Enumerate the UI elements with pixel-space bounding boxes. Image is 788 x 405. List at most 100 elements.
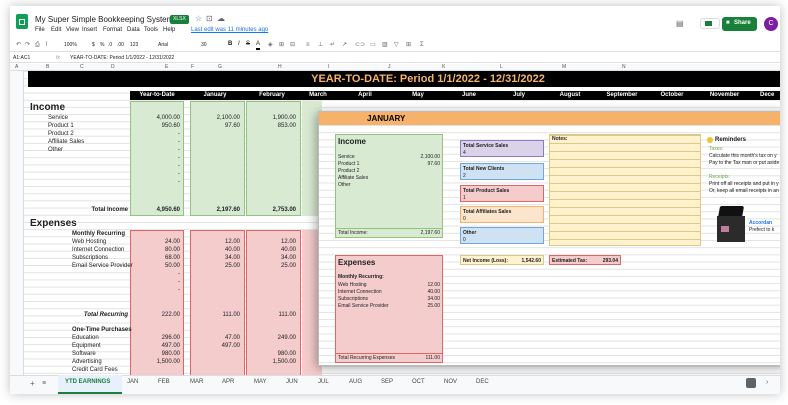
col-m[interactable]: M xyxy=(562,64,566,71)
menu-help[interactable]: Help xyxy=(163,27,175,34)
italic-button[interactable]: I xyxy=(238,41,240,48)
tab-jul[interactable]: JUL xyxy=(318,378,329,387)
monthly-heading: Monthly Recurring xyxy=(72,231,126,237)
avatar[interactable]: C xyxy=(764,17,778,31)
tab-jan[interactable]: JAN xyxy=(127,378,138,387)
col-f[interactable]: F xyxy=(191,64,194,71)
ytd-val-4: - xyxy=(178,139,180,145)
last-edit-link[interactable]: Last edit was 11 minutes ago xyxy=(191,27,268,34)
formula-bar: A1:AC1 fx YEAR-TO-DATE: Period 1/1/2022 … xyxy=(10,53,780,63)
move-icon[interactable]: ⊡ xyxy=(206,14,213,23)
col-k[interactable]: K xyxy=(442,64,445,71)
tab-nov[interactable]: NOV xyxy=(444,378,457,387)
month-apr: April xyxy=(358,92,372,98)
tab-dec[interactable]: DEC xyxy=(476,378,489,387)
col-h[interactable]: H xyxy=(278,64,282,71)
total-rec-jan: 111.00 xyxy=(222,312,240,318)
menu-tools[interactable]: Tools xyxy=(144,27,158,34)
menu-view[interactable]: View xyxy=(66,27,79,34)
col-a[interactable]: A xyxy=(15,64,18,71)
ov-notes-box[interactable]: Notes: xyxy=(549,134,701,246)
tab-may[interactable]: MAY xyxy=(254,378,267,387)
row-headers xyxy=(10,71,24,377)
col-g[interactable]: G xyxy=(218,64,222,71)
ov-m-email: Email Service Provider xyxy=(338,303,389,309)
col-j[interactable]: J xyxy=(388,64,391,71)
views-icon[interactable]: ⊞ xyxy=(406,41,411,50)
ov-expenses-heading: Expenses xyxy=(338,258,376,267)
paint-format-icon[interactable]: ⌇ xyxy=(45,41,48,50)
ov-reminders: Reminders Taxes: Calculate this month's … xyxy=(705,134,780,254)
zoom-select[interactable]: 100% xyxy=(64,42,77,49)
explore-icon[interactable] xyxy=(746,378,756,388)
o-jan-1: 47.00 xyxy=(224,335,240,341)
fill-color-icon[interactable]: ◈ xyxy=(268,41,273,50)
tab-feb[interactable]: FEB xyxy=(158,378,170,387)
sheets-logo-icon[interactable] xyxy=(16,14,28,29)
insert-comment-icon[interactable]: ▭ xyxy=(370,41,376,50)
ov-total-rec: 111.00 xyxy=(425,355,440,361)
exp-subscriptions: Subscriptions xyxy=(72,255,109,261)
borders-icon[interactable]: ⊞ xyxy=(279,41,284,50)
m-ytd-1: 24.00 xyxy=(164,239,180,245)
col-e[interactable]: E xyxy=(165,64,168,71)
tab-aug[interactable]: AUG xyxy=(349,378,362,387)
month-jun: June xyxy=(461,92,476,98)
print-icon[interactable]: ⎙ xyxy=(35,41,40,50)
menu-file[interactable]: File xyxy=(35,27,45,34)
increase-decimal-button[interactable]: .00 xyxy=(117,42,124,49)
decrease-decimal-button[interactable]: .0 xyxy=(108,42,112,49)
formula-input[interactable]: YEAR-TO-DATE: Period 1/1/2022 - 12/31/20… xyxy=(70,55,174,62)
bold-button[interactable]: B xyxy=(228,41,232,48)
present-button[interactable] xyxy=(700,18,720,29)
add-sheet-icon[interactable]: + xyxy=(30,379,35,388)
redo-icon[interactable]: ↷ xyxy=(25,41,30,50)
align-icon[interactable]: ≡ xyxy=(306,41,310,50)
tab-sep[interactable]: SEP xyxy=(381,378,393,387)
ov-net-income-box: Net Income (Loss): 1,542.60 xyxy=(460,255,544,265)
undo-icon[interactable]: ↶ xyxy=(16,41,21,50)
rotate-icon[interactable]: ↗ xyxy=(342,41,347,50)
font-size-select[interactable]: 30 xyxy=(201,42,207,49)
filter-icon[interactable]: ▽ xyxy=(394,41,399,50)
all-sheets-icon[interactable]: ≡ xyxy=(42,379,46,388)
income-service: Service xyxy=(48,115,69,121)
star-icon[interactable]: ☆ xyxy=(195,14,202,23)
col-i[interactable]: I xyxy=(328,64,329,71)
xlsx-badge: XLSX xyxy=(170,15,189,24)
functions-icon[interactable]: Σ xyxy=(420,41,424,50)
tab-oct[interactable]: OCT xyxy=(412,378,425,387)
chart-icon[interactable]: ▥ xyxy=(382,41,388,50)
font-select[interactable]: Arial xyxy=(158,42,168,49)
doc-title[interactable]: My Super Simple Bookkeeping System xyxy=(35,15,173,24)
col-n[interactable]: N xyxy=(622,64,626,71)
m-feb-3: 34.00 xyxy=(280,255,296,261)
share-button[interactable]: Share ■ xyxy=(722,17,757,31)
col-b[interactable]: B xyxy=(46,64,49,71)
month-aug: August xyxy=(559,92,581,98)
ov-m-web: Web Hosting xyxy=(338,282,367,288)
menu-format[interactable]: Format xyxy=(103,27,122,34)
strikethrough-button[interactable]: S xyxy=(246,41,250,48)
link-icon[interactable]: ⊂⊃ xyxy=(355,41,365,50)
collapse-icon[interactable]: › xyxy=(766,378,768,387)
wrap-icon[interactable]: ↵ xyxy=(330,41,335,50)
percent-button[interactable]: % xyxy=(100,42,104,49)
col-c[interactable]: C xyxy=(80,64,84,71)
menu-insert[interactable]: Insert xyxy=(82,27,97,34)
menu-data[interactable]: Data xyxy=(127,27,140,34)
text-color-button[interactable]: A xyxy=(256,41,261,50)
merge-icon[interactable]: ⊟ xyxy=(290,41,295,50)
comment-icon[interactable]: ▤ xyxy=(676,19,684,28)
screenshot: My Super Simple Bookkeeping System XLSX … xyxy=(0,0,788,405)
currency-button[interactable]: $ xyxy=(92,42,95,49)
menu-edit[interactable]: Edit xyxy=(51,27,61,34)
tab-apr[interactable]: APR xyxy=(222,378,234,387)
col-l[interactable]: L xyxy=(500,64,503,71)
more-formats-button[interactable]: 123 xyxy=(130,42,138,49)
tab-mar[interactable]: MAR xyxy=(190,378,203,387)
valign-icon[interactable]: ⊥ xyxy=(318,41,323,50)
name-box[interactable]: A1:AC1 xyxy=(13,55,30,62)
tab-jun[interactable]: JUN xyxy=(286,378,298,387)
col-d[interactable]: D xyxy=(111,64,115,71)
